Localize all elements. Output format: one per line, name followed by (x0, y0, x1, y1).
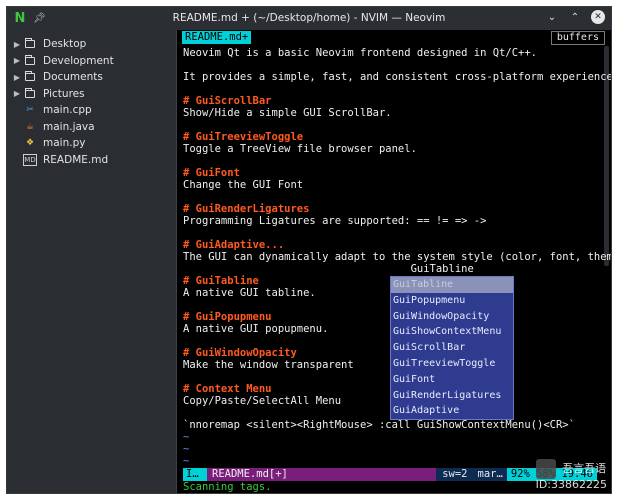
titlebar[interactable]: N 📌︎ README.md + (~/Desktop/home) - NVIM… (7, 7, 611, 30)
chevron-right-icon[interactable]: ▶︎ (11, 73, 23, 82)
text-line: Programming Ligatures are supported: == … (183, 215, 487, 227)
statusline-markdown: mar… (473, 468, 507, 481)
tree-item-label: Development (43, 54, 114, 67)
window-title: README.md + (~/Desktop/home) - NVIM — Ne… (172, 12, 446, 24)
tree-item-pictures[interactable]: ▶︎ Pictures (7, 86, 176, 103)
text-line: Make the window transparent (183, 359, 354, 371)
file-tree-sidebar[interactable]: ▶︎ Desktop ▶︎ Development ▶︎ Documents ▶︎ Pictu… (7, 30, 177, 493)
chevron-up-icon: ⌃ (570, 11, 580, 23)
tree-item-documents[interactable]: ▶︎ Documents (7, 69, 176, 86)
text-line: `nnoremap <silent><RightMouse> :call Gui… (183, 419, 575, 431)
tab-readme[interactable]: README.md+ (182, 31, 252, 44)
text-line: A native GUI popupmenu. (183, 323, 329, 335)
cpp-file-icon: ✂ (26, 105, 34, 116)
tree-item-main-java[interactable]: ▶︎☕︎main.java (7, 119, 176, 136)
popupmenu-item[interactable]: GuiTabline (391, 277, 513, 293)
text-line: Toggle a TreeView file browser panel. (183, 143, 417, 155)
editor-area[interactable]: README.md+ buffers GuiTabline GuiPopupmen… (178, 30, 611, 493)
watermark-line1: 吾言吾语 (562, 462, 607, 475)
mode-indicator: I… (183, 468, 207, 481)
markdown-file-icon: MD (23, 153, 37, 166)
text-line: A native GUI tabline. (183, 287, 316, 299)
tree-item-label: main.py (43, 137, 86, 150)
minimize-button[interactable]: ⌄ (545, 10, 559, 24)
popupmenu-item[interactable]: GuiTreeviewToggle (391, 356, 513, 372)
tree-item-readme-md[interactable]: ▶︎MDREADME.md (7, 152, 176, 169)
popupmenu-item[interactable]: GuiWindowOpacity (391, 309, 513, 325)
completion-popupmenu[interactable]: GuiTabline GuiPopupmenu GuiWindowOpacity Gu… (390, 276, 514, 421)
tree-item-desktop[interactable]: ▶︎ Desktop (7, 36, 176, 53)
folder-icon (23, 38, 37, 50)
chevron-right-icon[interactable]: ▶︎ (11, 40, 23, 49)
popupmenu-item[interactable]: GuiShowContextMenu (391, 324, 513, 340)
text-line: Neovim Qt is a basic Neovim frontend des… (183, 47, 538, 59)
watermark-line2: ID:33862225 (535, 478, 607, 491)
popupmenu-item[interactable]: GuiRenderLigatures (391, 388, 513, 404)
tree-item-label: README.md (43, 153, 109, 166)
popupmenu-item[interactable]: GuiScrollBar (391, 340, 513, 356)
tree-item-main-cpp[interactable]: ▶︎✂main.cpp (7, 102, 176, 119)
chevron-down-icon: ⌄ (547, 11, 557, 23)
tree-item-main-py[interactable]: ▶︎❖main.py (7, 135, 176, 152)
tree-item-label: main.cpp (43, 104, 92, 117)
text-line: Show/Hide a simple GUI ScrollBar. (183, 107, 392, 119)
tree-item-label: Documents (43, 71, 103, 84)
tabline: README.md+ buffers (178, 31, 611, 45)
statusline-filename: README.md[+] (207, 468, 437, 481)
folder-icon (23, 54, 37, 67)
chevron-right-icon[interactable]: ▶︎ (11, 89, 23, 98)
tree-item-label: Desktop (43, 38, 87, 51)
chevron-right-icon[interactable]: ▶︎ (11, 56, 23, 65)
folder-icon (23, 71, 37, 83)
popupmenu-item[interactable]: GuiPopupmenu (391, 293, 513, 309)
maximize-button[interactable]: ⌃ (568, 10, 582, 24)
java-file-icon: ☕︎ (25, 121, 35, 132)
popupmenu-item[interactable]: GuiFont (391, 372, 513, 388)
empty-buffer-line: ~ (183, 455, 190, 467)
popupmenu-item[interactable]: GuiAdaptive (391, 403, 513, 419)
tree-item-label: main.java (43, 120, 95, 133)
folder-icon (23, 87, 37, 100)
watermark: 吾言吾语 ID:33862225 (535, 459, 607, 491)
text-line: Copy/Paste/SelectAll Menu (183, 395, 342, 407)
neovim-window: N 📌︎ README.md + (~/Desktop/home) - NVIM… (6, 6, 612, 494)
message-line: Scanning tags. (183, 481, 272, 493)
text-line: It provides a simple, fast, and consiste… (183, 71, 612, 83)
buffers-label[interactable]: buffers (550, 31, 605, 45)
text-line: Change the GUI Font (183, 179, 304, 191)
tree-item-label: Pictures (43, 87, 85, 100)
close-icon: ✕ (594, 12, 602, 22)
close-button[interactable]: ✕ (591, 10, 605, 24)
statusline-shiftwidth: sw=2 (436, 468, 474, 481)
python-file-icon: ❖ (25, 138, 35, 149)
watermark-logo-icon (535, 459, 556, 479)
tree-item-development[interactable]: ▶︎ Development (7, 53, 176, 70)
